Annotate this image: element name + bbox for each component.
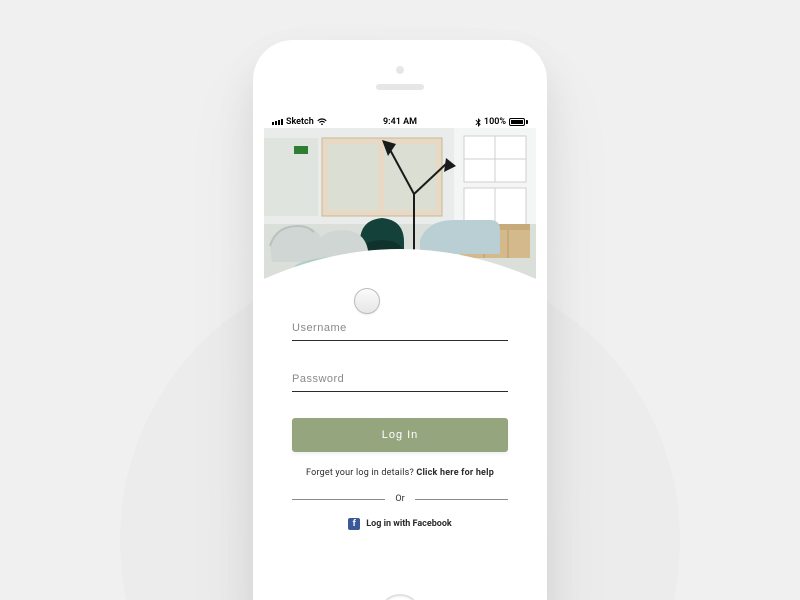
- login-form: Log In Forget your log in details? Click…: [264, 298, 536, 530]
- phone-speaker: [376, 84, 424, 90]
- forgot-details-text: Forget your log in details? Click here f…: [292, 468, 508, 478]
- status-time: 9:41 AM: [383, 117, 417, 127]
- status-bar: Sketch 9:41 AM 100%: [264, 110, 536, 128]
- bluetooth-icon: [475, 118, 481, 127]
- username-input[interactable]: [292, 316, 508, 341]
- divider-line-left: [292, 499, 385, 500]
- signal-icon: [272, 119, 283, 125]
- hero-curve: [264, 239, 536, 298]
- username-field-wrapper: [292, 316, 508, 341]
- battery-percent: 100%: [484, 117, 506, 127]
- divider-line-right: [415, 499, 508, 500]
- password-field-wrapper: [292, 367, 508, 392]
- login-button[interactable]: Log In: [292, 418, 508, 452]
- phone-frame: Sketch 9:41 AM 100%: [253, 40, 547, 600]
- facebook-login-label: Log in with Facebook: [366, 519, 452, 529]
- status-left: Sketch: [272, 117, 327, 127]
- forgot-prefix: Forget your log in details?: [306, 468, 416, 478]
- home-button[interactable]: [378, 594, 422, 600]
- facebook-login-button[interactable]: f Log in with Facebook: [292, 518, 508, 530]
- battery-icon: [509, 118, 528, 126]
- phone-camera-dot: [396, 66, 404, 74]
- facebook-icon: f: [348, 518, 360, 530]
- password-input[interactable]: [292, 367, 508, 392]
- or-label: Or: [395, 494, 404, 504]
- forgot-help-link[interactable]: Click here for help: [416, 468, 494, 478]
- carrier-label: Sketch: [286, 117, 314, 127]
- or-divider: Or: [292, 494, 508, 504]
- hero-image: [264, 128, 536, 298]
- phone-screen: Sketch 9:41 AM 100%: [264, 110, 536, 590]
- status-right: 100%: [475, 117, 528, 127]
- wifi-icon: [317, 118, 327, 126]
